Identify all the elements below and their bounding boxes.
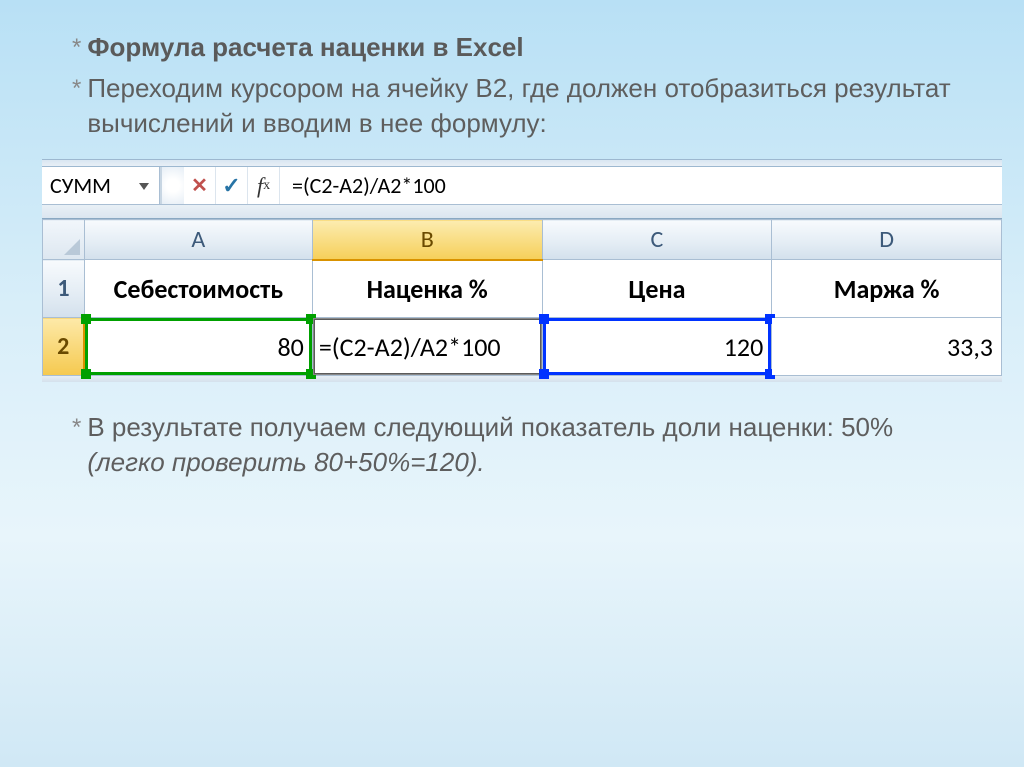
cancel-icon[interactable]: ✕ xyxy=(184,167,216,204)
cell-D1[interactable]: Маржа % xyxy=(772,260,1002,318)
cell-D2-value: 33,3 xyxy=(947,331,993,363)
ribbon-gap xyxy=(42,205,1002,219)
col-header-A[interactable]: A xyxy=(84,220,312,260)
name-box[interactable]: СУММ xyxy=(42,167,160,204)
fx-icon[interactable]: fx xyxy=(248,167,280,204)
bullet-asterisk: * xyxy=(72,73,81,105)
title-line: * Формула расчета наценки в Excel xyxy=(72,30,964,65)
cell-C2[interactable]: 120 xyxy=(542,318,772,376)
cell-C2-value: 120 xyxy=(724,331,764,363)
col-header-C[interactable]: C xyxy=(542,220,772,260)
cell-B2[interactable]: =(C2-A2)/A2*100 xyxy=(312,318,542,376)
result-line: * В результате получаем следующий показа… xyxy=(72,410,964,480)
cell-A1[interactable]: Себестоимость xyxy=(84,260,312,318)
spreadsheet-grid: A B C D 1 Себестоимость Наценка % Цена М… xyxy=(42,219,1002,376)
formula-bar: СУММ ✕ ✓ fx =(C2-A2)/A2*100 xyxy=(42,167,1002,205)
cell-C1[interactable]: Цена xyxy=(542,260,772,318)
row-header-2[interactable]: 2 xyxy=(43,318,85,376)
formula-bar-separator xyxy=(160,167,184,204)
name-box-value: СУММ xyxy=(50,172,111,199)
result-lead: В результате получаем следующий показате… xyxy=(87,412,893,442)
cell-D2[interactable]: 33,3 xyxy=(772,318,1002,376)
excel-screenshot: СУММ ✕ ✓ fx =(C2-A2)/A2*100 A B C D 1 Се… xyxy=(42,159,1002,382)
result-italic: (легко проверить 80+50%=120). xyxy=(87,447,484,477)
ribbon-strip xyxy=(42,159,1002,167)
cell-A2-value: 80 xyxy=(277,331,303,363)
bullet-asterisk: * xyxy=(72,32,81,64)
bullet-asterisk: * xyxy=(72,412,81,444)
table-row: 1 Себестоимость Наценка % Цена Маржа % xyxy=(43,260,1002,318)
table-row: 2 80 =(C2-A2)/A2*100 120 33,3 xyxy=(43,318,1002,376)
cell-B2-value: =(C2-A2)/A2*100 xyxy=(319,331,501,363)
cell-B1[interactable]: Наценка % xyxy=(312,260,542,318)
result-text: В результате получаем следующий показате… xyxy=(87,410,964,480)
select-all-corner[interactable] xyxy=(43,220,85,260)
enter-icon[interactable]: ✓ xyxy=(216,167,248,204)
intro-text: Переходим курсором на ячейку B2, где дол… xyxy=(87,71,964,141)
col-header-B[interactable]: B xyxy=(312,220,542,260)
cell-A2[interactable]: 80 xyxy=(84,318,312,376)
excel-bottom-strip xyxy=(42,376,1002,382)
slide-title: Формула расчета наценки в Excel xyxy=(87,30,523,65)
formula-input[interactable]: =(C2-A2)/A2*100 xyxy=(280,167,1002,204)
col-header-D[interactable]: D xyxy=(772,220,1002,260)
intro-line: * Переходим курсором на ячейку B2, где д… xyxy=(72,71,964,141)
name-box-dropdown-icon[interactable] xyxy=(135,177,153,195)
row-header-1[interactable]: 1 xyxy=(43,260,85,318)
